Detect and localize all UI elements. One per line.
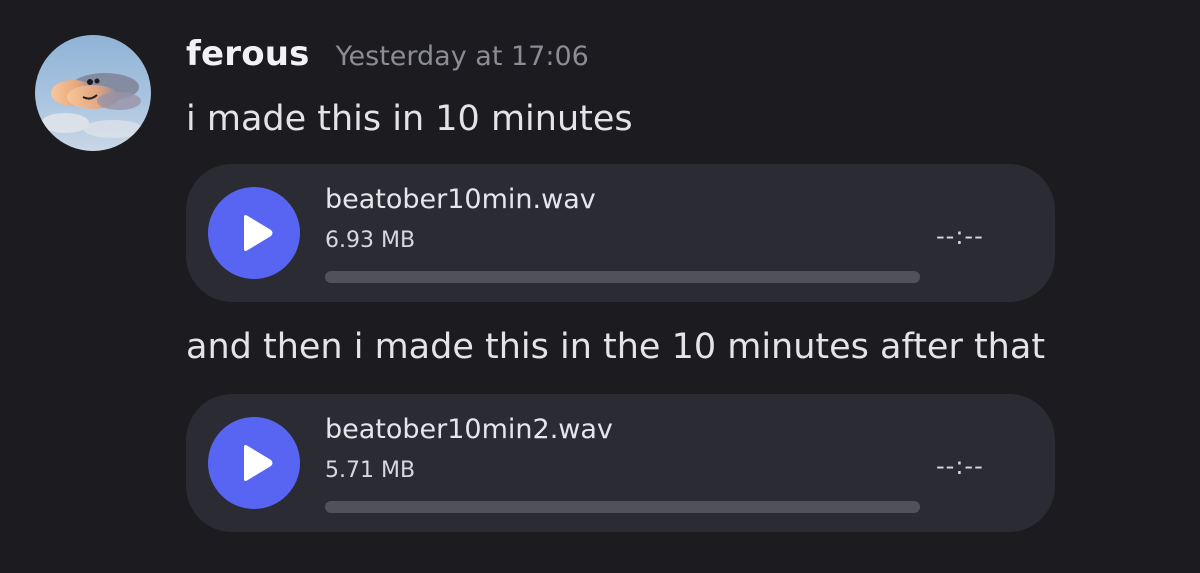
message-text: i made this in 10 minutes (186, 99, 633, 139)
audio-attachment: beatober10min2.wav 5.71 MB --:-- (186, 394, 1055, 532)
audio-attachment: beatober10min.wav 6.93 MB --:-- (186, 164, 1055, 302)
file-name[interactable]: beatober10min2.wav (325, 414, 613, 445)
file-name[interactable]: beatober10min.wav (325, 184, 596, 215)
play-icon (244, 445, 273, 481)
progress-bar[interactable] (325, 271, 920, 283)
play-button[interactable] (208, 417, 300, 509)
username[interactable]: ferous (186, 34, 310, 74)
file-size: 6.93 MB (325, 228, 416, 253)
file-size: 5.71 MB (325, 458, 416, 483)
avatar[interactable] (35, 35, 151, 151)
message-header: ferous Yesterday at 17:06 (186, 34, 589, 84)
duration: --:-- (936, 222, 984, 250)
progress-bar[interactable] (325, 501, 920, 513)
play-icon (244, 215, 273, 251)
duration: --:-- (936, 452, 984, 480)
cloud-face-avatar-icon (35, 35, 151, 151)
play-button[interactable] (208, 187, 300, 279)
timestamp[interactable]: Yesterday at 17:06 (336, 41, 589, 72)
message-text: and then i made this in the 10 minutes a… (186, 327, 1046, 367)
